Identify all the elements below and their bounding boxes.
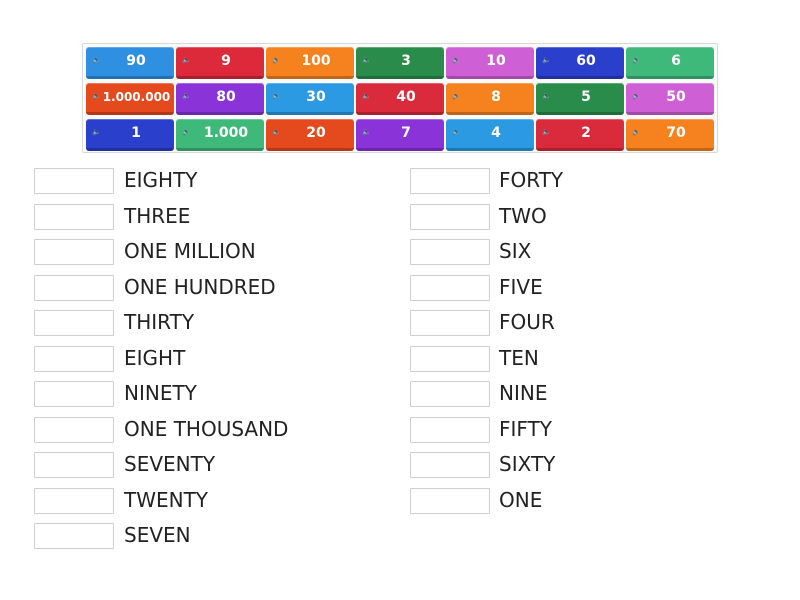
- answer-tile-label: 4: [491, 125, 501, 141]
- drop-slot[interactable]: [34, 310, 114, 336]
- answer-tile[interactable]: 🔈 40: [356, 83, 444, 115]
- answer-tile-tray: 🔈 90 🔈 9 🔈 100 🔈 3 🔈 10 🔈 60 🔈 6 🔈 1.000.000 🔈 80 🔈 30 🔈 40 🔈 8…: [82, 43, 718, 153]
- number-word-label: TWO: [499, 203, 547, 228]
- answer-tile-label: 2: [581, 125, 591, 141]
- answer-tile[interactable]: 🔈 10: [446, 47, 534, 79]
- answer-tile[interactable]: 🔈 60: [536, 47, 624, 79]
- answer-tile-label: 1.000: [203, 125, 249, 141]
- answer-tile[interactable]: 🔈 1.000: [176, 119, 264, 151]
- answer-tile[interactable]: 🔈 8: [446, 83, 534, 115]
- answer-tile-label: 3: [401, 53, 411, 69]
- number-word-label: SEVENTY: [124, 452, 216, 476]
- answer-tile-label: 30: [306, 89, 326, 105]
- number-word-label: ONE HUNDRED: [124, 274, 276, 299]
- answer-tile[interactable]: 🔈 3: [356, 47, 444, 79]
- answer-tile-label: 60: [576, 53, 596, 69]
- answer-tile[interactable]: 🔈 100: [266, 47, 354, 79]
- drop-slot[interactable]: [410, 452, 490, 478]
- drop-slot[interactable]: [34, 168, 114, 194]
- number-word-label: NINE: [499, 381, 548, 405]
- number-word-label: FIFTY: [499, 416, 552, 441]
- drop-slot[interactable]: [410, 203, 490, 230]
- drop-slot[interactable]: [410, 274, 490, 301]
- number-word-label: TEN: [499, 345, 539, 370]
- answer-tile[interactable]: 🔈 50: [626, 83, 714, 115]
- number-word-label: SIXTY: [499, 452, 556, 476]
- answer-tile-label: 7: [401, 125, 411, 141]
- answer-tile-label: 6: [671, 53, 681, 69]
- drop-slot[interactable]: [34, 487, 114, 514]
- answer-tile-label: 1: [131, 125, 141, 141]
- answer-tile[interactable]: 🔈 1.000.000: [86, 83, 174, 115]
- answer-tile-label: 80: [216, 89, 236, 105]
- drop-slot[interactable]: [410, 168, 490, 194]
- number-word-label: EIGHT: [124, 345, 186, 370]
- number-word-label: FORTY: [499, 168, 564, 192]
- drop-slot[interactable]: [34, 345, 114, 372]
- number-word-label: THIRTY: [124, 310, 195, 334]
- drop-slot[interactable]: [34, 381, 114, 407]
- number-word-label: SIX: [499, 239, 532, 263]
- number-word-label: ONE MILLION: [124, 239, 256, 263]
- answer-tile[interactable]: 🔈 9: [176, 47, 264, 79]
- drop-slot[interactable]: [410, 239, 490, 265]
- number-word-label: ONE: [499, 487, 543, 512]
- number-word-label: EIGHTY: [124, 168, 198, 192]
- drop-slot[interactable]: [410, 345, 490, 372]
- answer-tile-label: 10: [486, 53, 506, 69]
- drop-slot[interactable]: [410, 381, 490, 407]
- drop-slot[interactable]: [34, 203, 114, 230]
- drop-slot[interactable]: [410, 416, 490, 443]
- answer-tile[interactable]: 🔈 4: [446, 119, 534, 151]
- answer-tile[interactable]: 🔈 90: [86, 47, 174, 79]
- number-word-label: NINETY: [124, 381, 197, 405]
- drop-slot[interactable]: [34, 416, 114, 443]
- drop-slot[interactable]: [34, 523, 114, 549]
- answer-tile[interactable]: 🔈 2: [536, 119, 624, 151]
- drop-slot[interactable]: [410, 487, 490, 514]
- drop-slot[interactable]: [34, 239, 114, 265]
- answer-tile-label: 5: [581, 89, 591, 105]
- answer-tile-label: 9: [221, 53, 231, 69]
- answer-tile-label: 90: [126, 53, 146, 69]
- number-word-label: THREE: [124, 203, 191, 228]
- answer-tile-label: 70: [666, 125, 686, 141]
- answer-tile[interactable]: 🔈 70: [626, 119, 714, 151]
- answer-tile[interactable]: 🔈 1: [86, 119, 174, 151]
- answer-tile[interactable]: 🔈 6: [626, 47, 714, 79]
- answer-tile[interactable]: 🔈 7: [356, 119, 444, 151]
- answer-tile[interactable]: 🔈 5: [536, 83, 624, 115]
- drop-slot[interactable]: [34, 274, 114, 301]
- number-word-label: TWENTY: [124, 487, 209, 512]
- number-word-label: SEVEN: [124, 523, 191, 547]
- answer-tile[interactable]: 🔈 80: [176, 83, 264, 115]
- answer-tile-label: 100: [301, 53, 331, 69]
- answer-tile[interactable]: 🔈 30: [266, 83, 354, 115]
- answer-tile-label: 20: [306, 125, 326, 141]
- speaker-icon[interactable]: 🔈: [92, 92, 101, 101]
- answer-tile[interactable]: 🔈 20: [266, 119, 354, 151]
- drop-slot[interactable]: [34, 452, 114, 478]
- drop-slot[interactable]: [410, 310, 490, 336]
- answer-tile-label: 1.000.000: [102, 90, 171, 104]
- answer-tile-label: 8: [491, 89, 501, 105]
- number-word-label: FOUR: [499, 310, 555, 334]
- number-word-label: FIVE: [499, 274, 543, 299]
- answer-tile-label: 40: [396, 89, 416, 105]
- number-word-label: ONE THOUSAND: [124, 416, 289, 441]
- answer-tile-label: 50: [666, 89, 686, 105]
